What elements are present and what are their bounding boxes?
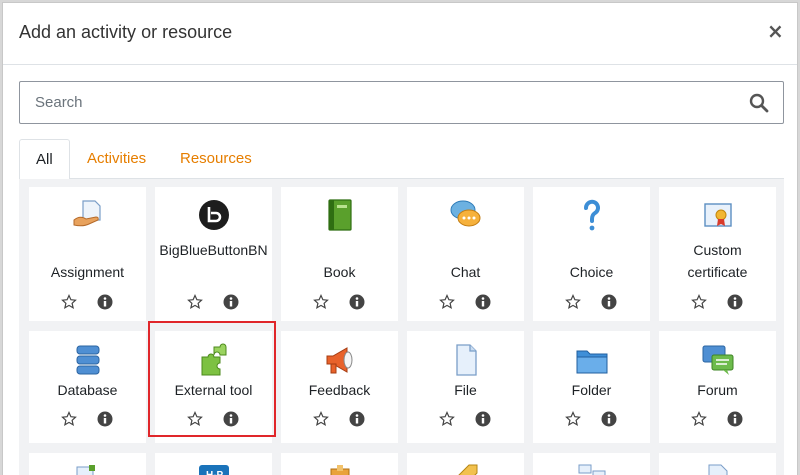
activity-label: BigBlueButtonBN	[159, 242, 268, 258]
activity-card-assignment[interactable]: Assignment	[29, 187, 146, 321]
info-icon[interactable]	[97, 411, 113, 427]
activity-label: File	[454, 382, 477, 398]
activity-card-forum[interactable]: Forum	[659, 331, 776, 443]
lesson-icon	[578, 464, 606, 475]
info-icon[interactable]	[475, 411, 491, 427]
activity-card-partial[interactable]	[407, 453, 524, 475]
star-icon[interactable]	[691, 294, 707, 310]
star-icon[interactable]	[691, 411, 707, 427]
activity-card-bigbluebuttonbn[interactable]: BigBlueButtonBN	[155, 187, 272, 321]
star-icon[interactable]	[187, 294, 203, 310]
star-icon[interactable]	[565, 294, 581, 310]
svg-text:H-P: H-P	[206, 470, 224, 475]
info-icon[interactable]	[727, 294, 743, 310]
star-icon[interactable]	[439, 411, 455, 427]
highlight-box	[148, 321, 276, 437]
activity-card-partial[interactable]	[533, 453, 650, 475]
database-icon	[76, 345, 99, 375]
imscp-icon	[330, 465, 350, 475]
info-icon[interactable]	[97, 294, 113, 310]
choice-icon	[583, 199, 600, 231]
info-icon[interactable]	[601, 411, 617, 427]
search-box	[19, 81, 784, 124]
activity-label: Book	[323, 264, 356, 280]
modal-header: Add an activity or resource ×	[3, 3, 797, 65]
activity-label: Assignment	[50, 264, 125, 280]
star-icon[interactable]	[61, 294, 77, 310]
activity-label: Choice	[569, 264, 614, 280]
activity-card-file[interactable]: File	[407, 331, 524, 443]
info-icon[interactable]	[601, 294, 617, 310]
h5p-icon: H-P	[199, 465, 229, 475]
activity-card-partial[interactable]: H-P	[155, 453, 272, 475]
forum-icon	[702, 345, 733, 375]
book-icon	[327, 199, 352, 231]
info-icon[interactable]	[475, 294, 491, 310]
activity-card-feedback[interactable]: Feedback	[281, 331, 398, 443]
activity-label: Database	[57, 382, 118, 398]
activity-card-folder[interactable]: Folder	[533, 331, 650, 443]
tab-activities[interactable]: Activities	[87, 139, 146, 179]
feedback-icon	[326, 347, 352, 374]
star-icon[interactable]	[565, 411, 581, 427]
folder-icon	[576, 350, 607, 374]
page-icon	[708, 464, 728, 475]
star-icon[interactable]	[61, 411, 77, 427]
assignment-icon	[73, 200, 101, 227]
activity-card-choice[interactable]: Choice	[533, 187, 650, 321]
info-icon[interactable]	[349, 294, 365, 310]
star-icon[interactable]	[313, 294, 329, 310]
activity-label: Custom certificate	[687, 242, 748, 280]
tab-resources[interactable]: Resources	[180, 139, 252, 179]
search-icon[interactable]	[749, 93, 769, 113]
bigbluebutton-icon	[198, 200, 229, 230]
activity-label: Feedback	[308, 382, 371, 398]
search-input[interactable]	[20, 82, 740, 123]
activity-card-custom-certificate[interactable]: Custom certificate	[659, 187, 776, 321]
tab-all[interactable]: All	[19, 139, 70, 180]
close-button[interactable]: ×	[767, 21, 784, 41]
chat-icon	[450, 200, 480, 227]
star-icon[interactable]	[439, 294, 455, 310]
label-icon	[458, 464, 478, 475]
activity-label: Chat	[450, 264, 481, 280]
glossary-icon	[76, 465, 95, 475]
certificate-icon	[703, 203, 732, 227]
activity-card-database[interactable]: Database	[29, 331, 146, 443]
activity-card-partial[interactable]	[659, 453, 776, 475]
activity-grid: Assignment BigBlueButtonBN Book Chat Cho…	[19, 179, 784, 475]
modal-title: Add an activity or resource	[19, 22, 233, 42]
activity-chooser-modal: Add an activity or resource × All Activi…	[2, 2, 798, 475]
info-icon[interactable]	[727, 411, 743, 427]
activity-card-chat[interactable]: Chat	[407, 187, 524, 321]
info-icon[interactable]	[223, 294, 239, 310]
star-icon[interactable]	[313, 411, 329, 427]
info-icon[interactable]	[349, 411, 365, 427]
activity-card-partial[interactable]	[281, 453, 398, 475]
file-icon	[455, 344, 477, 376]
activity-label: Folder	[571, 382, 612, 398]
activity-card-book[interactable]: Book	[281, 187, 398, 321]
tab-bar: All Activities Resources	[19, 139, 784, 180]
activity-label: Forum	[697, 382, 738, 398]
activity-card-partial[interactable]	[29, 453, 146, 475]
